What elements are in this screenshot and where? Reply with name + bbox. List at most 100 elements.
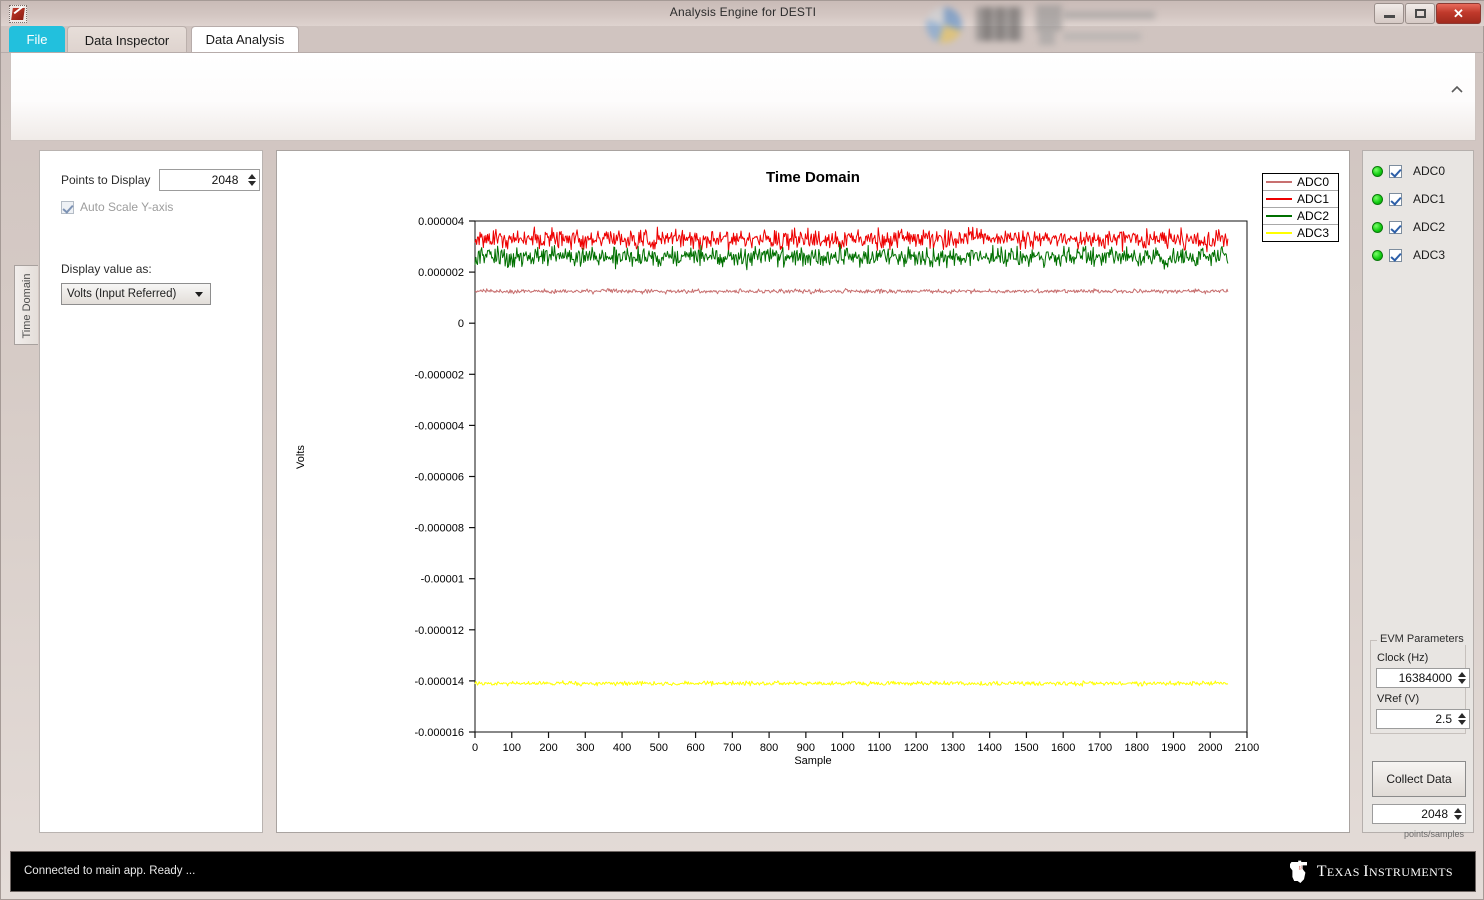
channel-label: ADC1 [1413, 192, 1445, 206]
legend-label: ADC3 [1297, 226, 1329, 240]
chart-container: Time Domain 0.0000040.0000020-0.000002-0… [277, 151, 1349, 832]
x-axis-tick-label: 1900 [1161, 742, 1185, 754]
series-line-adc3 [475, 681, 1228, 686]
x-axis-tick-label: 1600 [1051, 742, 1075, 754]
minimize-button[interactable] [1374, 3, 1404, 24]
right-channel-panel: ADC0 ADC1 ADC2 ADC3 EVM Parameters Clock (H… [1362, 150, 1474, 833]
clock-label: Clock (Hz) [1377, 652, 1428, 664]
legend-label: ADC0 [1297, 175, 1329, 189]
y-axis-tick-label: -0.000004 [414, 420, 464, 432]
status-led-icon [1372, 194, 1383, 205]
ghost-text-line-1 [1063, 11, 1155, 19]
channel-checkbox[interactable] [1389, 193, 1402, 206]
legend-line-swatch [1266, 215, 1292, 217]
stepper-arrows[interactable] [243, 170, 259, 190]
left-settings-panel: Points to Display Auto Scale Y-axis Disp… [39, 150, 263, 833]
display-value-as-value: Volts (Input Referred) [62, 288, 188, 300]
channel-row-adc3[interactable]: ADC3 [1372, 248, 1445, 262]
title-bar: Analysis Engine for DESTI ✕ [1, 1, 1484, 26]
vref-label: VRef (V) [1377, 693, 1419, 705]
tab-file-label: File [27, 32, 48, 47]
collect-count-input[interactable] [1373, 805, 1451, 823]
time-domain-plot[interactable]: 0.0000040.0000020-0.000002-0.000004-0.00… [277, 151, 1349, 832]
x-axis-tick-label: 900 [797, 742, 815, 754]
legend-item: ADC3 [1263, 225, 1338, 241]
y-axis-tick-label: -0.000008 [414, 523, 464, 535]
plot-frame [475, 221, 1247, 732]
y-axis-tick-label: 0 [458, 318, 464, 330]
chevron-up-icon[interactable] [1449, 81, 1465, 97]
status-led-icon [1372, 222, 1383, 233]
y-axis-label: Volts [295, 427, 307, 487]
legend-line-swatch [1266, 232, 1292, 234]
close-button[interactable]: ✕ [1436, 3, 1481, 24]
x-axis-tick-label: 800 [760, 742, 778, 754]
y-axis-tick-label: -0.000002 [414, 369, 464, 381]
auto-scale-checkbox[interactable] [61, 201, 74, 214]
window-buttons: ✕ [1373, 3, 1481, 24]
tab-data-analysis-label: Data Analysis [206, 32, 285, 47]
ribbon-area [10, 53, 1476, 141]
window-frame: Analysis Engine for DESTI ✕ File Data In… [0, 0, 1484, 900]
vref-stepper-arrows[interactable] [1455, 710, 1469, 728]
x-axis-tick-label: 100 [503, 742, 521, 754]
tab-strip: File Data Inspector Data Analysis [1, 26, 1484, 53]
x-axis-tick-label: 1700 [1088, 742, 1112, 754]
channel-checkbox[interactable] [1389, 249, 1402, 262]
y-axis-tick-label: -0.00001 [421, 574, 464, 586]
points-to-display-stepper[interactable] [159, 169, 260, 191]
clock-stepper-arrows[interactable] [1455, 669, 1469, 687]
x-axis-tick-label: 1800 [1124, 742, 1148, 754]
x-axis-tick-label: 1100 [868, 742, 892, 754]
vref-stepper[interactable] [1376, 709, 1470, 729]
channel-checkbox[interactable] [1389, 165, 1402, 178]
legend-item: ADC2 [1263, 208, 1338, 225]
points-samples-label: points/samples [1404, 829, 1464, 839]
y-axis-tick-label: -0.000012 [414, 625, 464, 637]
x-axis-tick-label: 1200 [904, 742, 928, 754]
svg-text:ti: ti [1298, 866, 1302, 872]
auto-scale-row[interactable]: Auto Scale Y-axis [61, 200, 173, 214]
clock-input[interactable] [1377, 669, 1455, 687]
collect-count-stepper[interactable] [1372, 804, 1466, 824]
display-value-as-select[interactable]: Volts (Input Referred) [61, 283, 211, 305]
tab-data-analysis[interactable]: Data Analysis [191, 26, 299, 53]
chart-panel: Time Domain 0.0000040.0000020-0.000002-0… [276, 150, 1350, 833]
evm-parameters-title: EVM Parameters [1377, 633, 1467, 645]
x-axis-tick-label: 1300 [941, 742, 965, 754]
channel-row-adc2[interactable]: ADC2 [1372, 220, 1445, 234]
y-axis-tick-label: -0.000006 [414, 472, 464, 484]
x-axis-tick-label: 2000 [1198, 742, 1222, 754]
channel-label: ADC3 [1413, 248, 1445, 262]
channel-row-adc1[interactable]: ADC1 [1372, 192, 1445, 206]
channel-checkbox[interactable] [1389, 221, 1402, 234]
channel-row-adc0[interactable]: ADC0 [1372, 164, 1445, 178]
y-axis-tick-label: 0.000004 [418, 216, 464, 228]
points-to-display-label: Points to Display [61, 173, 150, 187]
tab-file[interactable]: File [9, 26, 65, 53]
x-axis-tick-label: 500 [650, 742, 668, 754]
tab-data-inspector[interactable]: Data Inspector [67, 26, 187, 53]
x-axis-tick-label: 300 [576, 742, 594, 754]
legend-line-swatch [1266, 198, 1292, 200]
clock-stepper[interactable] [1376, 668, 1470, 688]
chart-legend: ADC0ADC1ADC2ADC3 [1262, 173, 1339, 242]
sidebar-tab-label: Time Domain [21, 266, 33, 346]
x-axis-tick-label: 2100 [1235, 742, 1259, 754]
x-axis-tick-label: 0 [472, 742, 478, 754]
y-axis-tick-label: -0.000014 [414, 676, 464, 688]
status-led-icon [1372, 166, 1383, 177]
channel-label: ADC0 [1413, 164, 1445, 178]
x-axis-tick-label: 1500 [1014, 742, 1038, 754]
legend-item: ADC0 [1263, 174, 1338, 191]
chevron-down-icon[interactable] [188, 292, 210, 297]
collect-count-stepper-arrows[interactable] [1451, 805, 1465, 823]
y-axis-tick-label: -0.000016 [414, 727, 464, 739]
collect-data-button[interactable]: Collect Data [1372, 761, 1466, 797]
vref-input[interactable] [1377, 710, 1455, 728]
display-value-as-label: Display value as: [61, 262, 152, 276]
ti-logo: ti TEXAS INSTRUMENTS [1288, 860, 1453, 884]
maximize-button[interactable] [1405, 3, 1435, 24]
sidebar-tab-time-domain[interactable]: Time Domain [14, 265, 38, 345]
points-to-display-input[interactable] [160, 170, 243, 190]
